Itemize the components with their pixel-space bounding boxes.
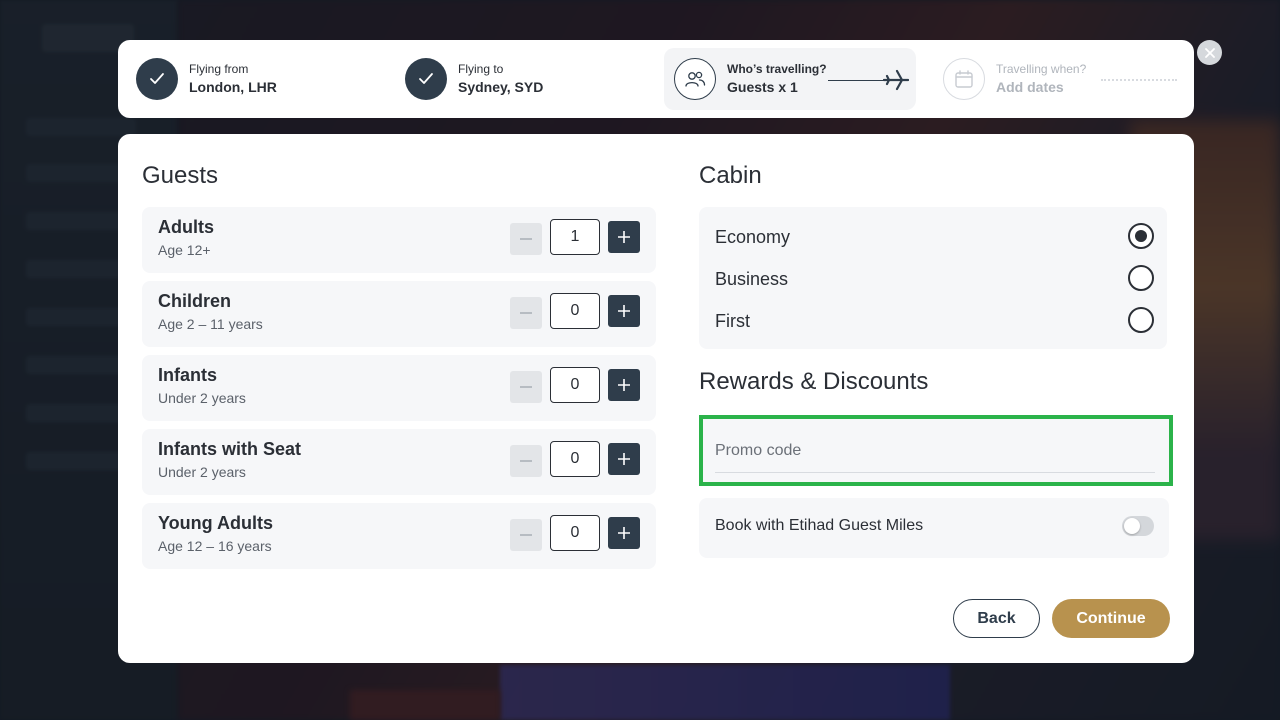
journey-line — [828, 80, 888, 81]
cabin-option-economy[interactable]: Economy — [715, 227, 790, 248]
increment-button[interactable] — [608, 443, 640, 475]
close-button[interactable] — [1197, 40, 1222, 65]
toggle-knob — [1124, 518, 1140, 534]
check-icon — [419, 73, 433, 84]
guest-type-label: Young Adults — [158, 513, 273, 533]
step-label: Flying to — [458, 61, 504, 76]
step-label: Flying from — [189, 61, 249, 76]
guest-miles-option: Book with Etihad Guest Miles — [699, 498, 1169, 558]
guest-row-children: Children Age 2 – 11 years 0 — [142, 281, 656, 347]
cabin-radio-first[interactable] — [1128, 307, 1154, 333]
step-label: Who’s travelling? — [727, 61, 827, 76]
step-upcoming-indicator — [943, 58, 985, 100]
step-travelling-when[interactable]: Travelling when? Add dates — [943, 40, 1086, 118]
cabin-options: Economy Business First — [699, 207, 1167, 349]
guest-age-label: Age 2 – 11 years — [158, 316, 263, 332]
guests-title: Guests — [142, 162, 219, 189]
guest-type-label: Adults — [158, 217, 214, 237]
minus-icon — [520, 534, 532, 536]
guest-row-infants: Infants Under 2 years 0 — [142, 355, 656, 421]
step-done-indicator — [405, 58, 447, 100]
guest-type-label: Infants with Seat — [158, 439, 302, 459]
guest-type-label: Infants — [158, 365, 218, 385]
step-value: London, LHR — [189, 79, 277, 96]
close-icon — [1204, 47, 1215, 58]
guest-row-infants-with-seat: Infants with Seat Under 2 years 0 — [142, 429, 656, 495]
guest-age-label: Under 2 years — [158, 390, 246, 406]
increment-button[interactable] — [608, 517, 640, 549]
guest-count-field[interactable]: 0 — [550, 293, 600, 329]
decrement-button[interactable] — [510, 297, 542, 329]
guest-cabin-panel: Guests Adults Age 12+ 1 Children Age 2 –… — [118, 134, 1194, 663]
step-flying-from[interactable]: Flying from London, LHR — [136, 40, 277, 118]
guest-age-label: Under 2 years — [158, 464, 246, 480]
minus-icon — [520, 312, 532, 314]
guest-miles-toggle[interactable] — [1122, 516, 1154, 536]
step-active-indicator — [674, 58, 716, 100]
step-flying-to[interactable]: Flying to Sydney, SYD — [405, 40, 543, 118]
step-label: Travelling when? — [996, 61, 1087, 76]
back-button[interactable]: Back — [953, 599, 1040, 638]
progress-dots — [1101, 79, 1177, 81]
guest-type-label: Children — [158, 291, 232, 311]
promo-code-container — [699, 415, 1173, 486]
guest-row-adults: Adults Age 12+ 1 — [142, 207, 656, 273]
step-value: Sydney, SYD — [458, 79, 544, 96]
decrement-button[interactable] — [510, 223, 542, 255]
booking-steps-bar: Flying from London, LHR Flying to Sydney… — [118, 40, 1194, 118]
cabin-option-first[interactable]: First — [715, 311, 750, 332]
minus-icon — [520, 238, 532, 240]
increment-button[interactable] — [608, 369, 640, 401]
people-icon — [685, 71, 706, 87]
step-done-indicator — [136, 58, 178, 100]
minus-icon — [520, 460, 532, 462]
increment-button[interactable] — [608, 295, 640, 327]
cabin-option-business[interactable]: Business — [715, 269, 788, 290]
step-value: Add dates — [996, 79, 1064, 96]
increment-button[interactable] — [608, 221, 640, 253]
guest-row-young-adults: Young Adults Age 12 – 16 years 0 — [142, 503, 656, 569]
plus-icon — [618, 379, 630, 391]
guest-count-field[interactable]: 0 — [550, 515, 600, 551]
guest-count-field[interactable]: 0 — [550, 441, 600, 477]
guest-count-field[interactable]: 1 — [550, 219, 600, 255]
cabin-radio-business[interactable] — [1128, 265, 1154, 291]
decrement-button[interactable] — [510, 445, 542, 477]
step-whos-travelling[interactable]: Who’s travelling? Guests x 1 — [674, 40, 827, 118]
continue-button[interactable]: Continue — [1052, 599, 1170, 638]
plus-icon — [618, 527, 630, 539]
calendar-icon — [955, 70, 973, 88]
rewards-title: Rewards & Discounts — [699, 368, 929, 395]
promo-code-input[interactable] — [715, 429, 1155, 473]
plus-icon — [618, 305, 630, 317]
guest-age-label: Age 12 – 16 years — [158, 538, 272, 554]
decrement-button[interactable] — [510, 371, 542, 403]
minus-icon — [520, 386, 532, 388]
plus-icon — [618, 231, 630, 243]
guest-count-field[interactable]: 0 — [550, 367, 600, 403]
step-value: Guests x 1 — [727, 79, 798, 96]
cabin-title: Cabin — [699, 162, 762, 189]
guest-miles-label: Book with Etihad Guest Miles — [715, 517, 924, 534]
plus-icon — [618, 453, 630, 465]
decrement-button[interactable] — [510, 519, 542, 551]
guest-age-label: Age 12+ — [158, 242, 211, 258]
airplane-icon — [883, 69, 909, 91]
check-icon — [150, 73, 164, 84]
cabin-radio-economy[interactable] — [1128, 223, 1154, 249]
